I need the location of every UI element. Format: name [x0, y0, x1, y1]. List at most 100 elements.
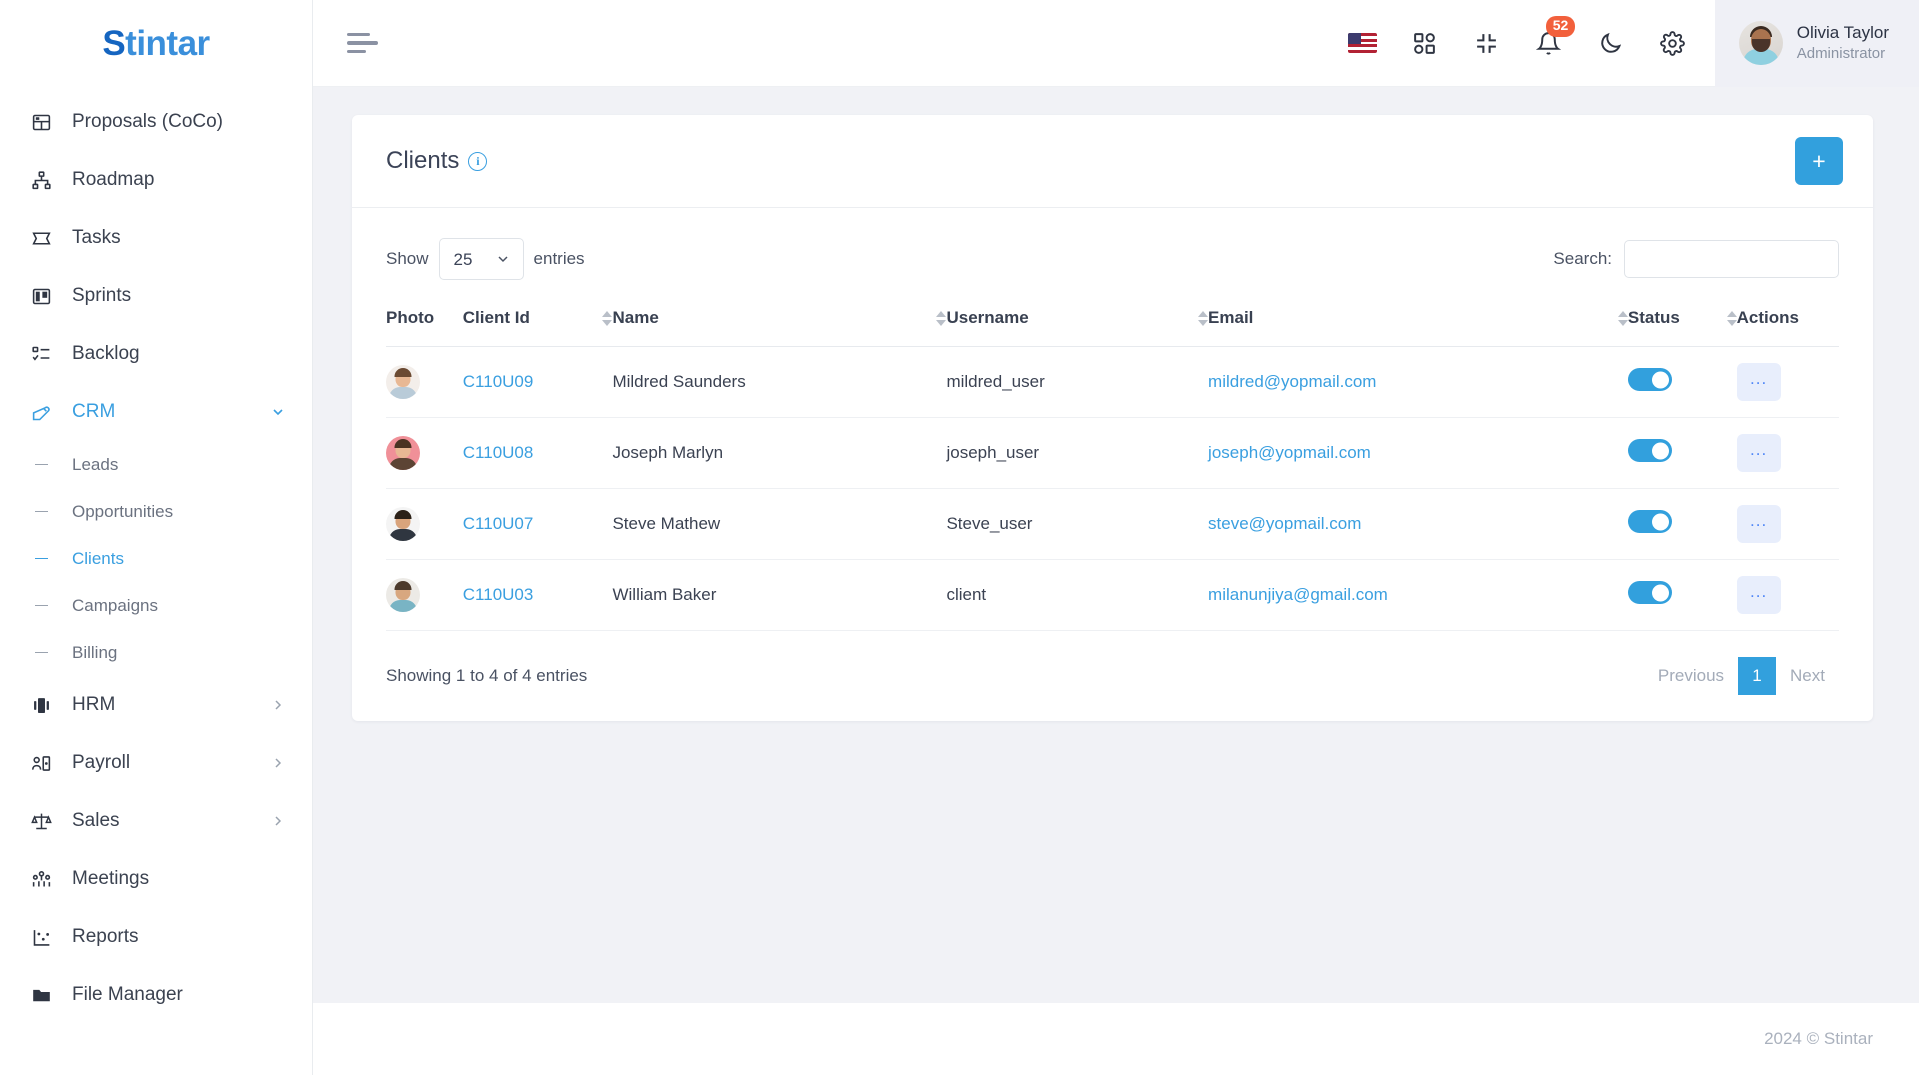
row-actions-button[interactable]: ...: [1736, 434, 1781, 472]
cell-status: [1627, 346, 1737, 418]
status-toggle[interactable]: [1627, 439, 1672, 462]
sidebar-item-clients[interactable]: Clients: [0, 535, 312, 582]
cell-client-id: C110U07: [462, 488, 613, 560]
cell-username: mildred_user: [946, 346, 1209, 418]
table-controls: Show 102550100 entries Search:: [386, 230, 1839, 296]
sidebar-item-roadmap[interactable]: Roadmap: [0, 151, 312, 209]
bell-icon[interactable]: 52: [1533, 16, 1576, 59]
sidebar-item-campaigns[interactable]: Campaigns: [0, 582, 312, 629]
client-id-link[interactable]: C110U07: [463, 514, 534, 533]
page-footer: 2024 © Stintar: [313, 1003, 1919, 1075]
column-header-status[interactable]: Status: [1627, 296, 1737, 347]
sidebar-item-sales[interactable]: Sales: [0, 792, 312, 850]
moon-icon[interactable]: [1595, 27, 1627, 59]
gear-icon[interactable]: [1657, 27, 1689, 59]
profile-role: Administrator: [1796, 45, 1886, 63]
add-client-button[interactable]: +: [1795, 137, 1843, 185]
pagination-page-1[interactable]: 1: [1738, 657, 1777, 695]
sidebar-item-label: Payroll: [72, 752, 131, 773]
sort-icon[interactable]: [1709, 310, 1737, 326]
sort-icon[interactable]: [1180, 310, 1209, 326]
cell-email: milanunjiya@gmail.com: [1208, 559, 1628, 631]
compress-icon[interactable]: [1471, 27, 1503, 59]
tasks-icon: [28, 225, 54, 251]
table-row: C110U03 William Baker client milanunjiya…: [386, 559, 1839, 631]
email-link[interactable]: joseph@yopmail.com: [1208, 443, 1371, 462]
sidebar-item-meetings[interactable]: Meetings: [0, 850, 312, 908]
sidebar-item-tasks[interactable]: Tasks: [0, 209, 312, 267]
sidebar-item-billing[interactable]: Billing: [0, 629, 312, 676]
info-icon[interactable]: i: [468, 151, 488, 171]
sidebar-item-file-manager[interactable]: File Manager: [0, 966, 312, 1024]
email-link[interactable]: milanunjiya@gmail.com: [1208, 585, 1388, 604]
cell-status: [1627, 559, 1737, 631]
sidebar-item-opportunities[interactable]: Opportunities: [0, 488, 312, 535]
row-actions-button[interactable]: ...: [1736, 505, 1781, 543]
pagination-previous[interactable]: Previous: [1643, 657, 1739, 695]
sidebar-item-proposals[interactable]: Proposals (CoCo): [0, 93, 312, 151]
brand-name: tintar: [125, 23, 210, 63]
row-actions-button[interactable]: ...: [1736, 363, 1781, 401]
sidebar-item-backlog[interactable]: Backlog: [0, 325, 312, 383]
payroll-icon: [28, 750, 54, 776]
row-actions-button[interactable]: ...: [1736, 576, 1781, 614]
email-link[interactable]: mildred@yopmail.com: [1208, 372, 1376, 391]
column-header-client-id[interactable]: Client Id: [462, 296, 613, 347]
sidebar-subitem-label: Opportunities: [72, 501, 174, 521]
client-id-link[interactable]: C110U03: [463, 585, 534, 604]
sort-icon[interactable]: [584, 310, 613, 326]
status-toggle[interactable]: [1627, 368, 1672, 391]
search-input[interactable]: [1624, 240, 1839, 278]
pagination-next[interactable]: Next: [1776, 657, 1839, 695]
main-region: 52 Olivia Taylor Administrator Clients i…: [313, 0, 1919, 1075]
hrm-icon: [28, 692, 54, 718]
profile-name: Olivia Taylor: [1796, 23, 1889, 43]
notification-badge: 52: [1545, 16, 1576, 37]
column-header-username[interactable]: Username: [946, 296, 1209, 347]
column-label: Photo: [386, 308, 435, 327]
page-length-select[interactable]: 102550100: [438, 238, 524, 280]
sidebar-item-label: Sprints: [72, 285, 132, 306]
column-header-name[interactable]: Name: [612, 296, 947, 347]
cell-client-id: C110U09: [462, 346, 613, 418]
flag-us-icon[interactable]: [1347, 27, 1379, 59]
sort-icon[interactable]: [918, 310, 947, 326]
brand-logo[interactable]: Stintar: [0, 0, 312, 87]
column-label: Username: [946, 308, 1029, 327]
status-toggle[interactable]: [1627, 581, 1672, 604]
meetings-icon: [28, 866, 54, 892]
status-toggle[interactable]: [1627, 510, 1672, 533]
sidebar-item-label: File Manager: [72, 984, 183, 1005]
sidebar-subitem-label: Campaigns: [72, 595, 158, 615]
table-head: Photo Client Id Name Username Email Stat…: [386, 296, 1839, 347]
column-header-email[interactable]: Email: [1208, 296, 1628, 347]
sidebar-item-reports[interactable]: Reports: [0, 908, 312, 966]
menu-toggle-icon[interactable]: [347, 23, 387, 63]
table-body: C110U09 Mildred Saunders mildred_user mi…: [386, 346, 1839, 631]
sidebar-item-crm[interactable]: CRM: [0, 383, 312, 441]
client-id-link[interactable]: C110U08: [463, 443, 534, 462]
cell-photo: [386, 346, 463, 418]
email-link[interactable]: steve@yopmail.com: [1208, 514, 1361, 533]
sidebar-item-payroll[interactable]: Payroll: [0, 734, 312, 792]
sidebar-item-sprints[interactable]: Sprints: [0, 267, 312, 325]
file-manager-icon: [28, 982, 54, 1008]
sidebar-item-leads[interactable]: Leads: [0, 441, 312, 488]
sort-icon[interactable]: [1600, 310, 1628, 326]
sidebar-subitem-label: Clients: [72, 548, 124, 568]
sidebar: Stintar Proposals (CoCo) Roadmap Tasks S…: [0, 0, 313, 1075]
sidebar-item-label: Backlog: [72, 343, 140, 364]
cell-photo: [386, 488, 463, 560]
cell-username: client: [946, 559, 1209, 631]
entries-label: entries: [533, 249, 585, 268]
cell-name: Steve Mathew: [612, 488, 947, 560]
page-length-control: Show 102550100 entries: [386, 238, 585, 280]
avatar: [386, 578, 420, 612]
client-id-link[interactable]: C110U09: [463, 372, 534, 391]
sidebar-item-hrm[interactable]: HRM: [0, 676, 312, 734]
copyright-text: 2024 © Stintar: [1764, 1029, 1873, 1048]
column-header-photo: Photo: [386, 296, 463, 347]
user-profile-menu[interactable]: Olivia Taylor Administrator: [1714, 0, 1919, 87]
apps-grid-icon[interactable]: [1409, 27, 1441, 59]
sidebar-item-label: Roadmap: [72, 169, 155, 190]
